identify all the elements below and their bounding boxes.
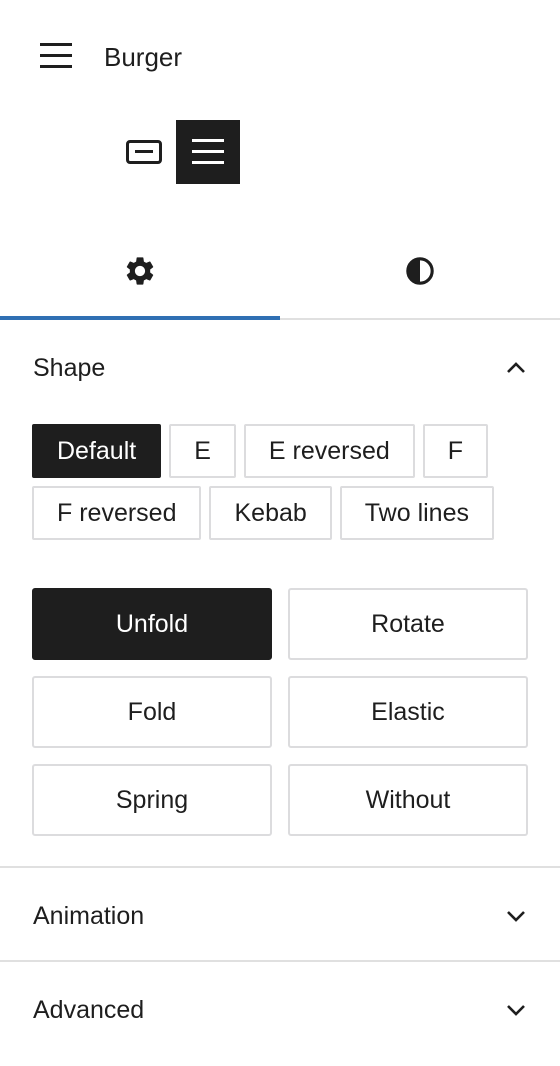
style-option-unfold[interactable]: Unfold	[32, 588, 272, 660]
pill-menu-icon	[126, 140, 162, 164]
shape-panel-title: Shape	[33, 354, 106, 382]
shape-option-e[interactable]: E	[169, 424, 236, 478]
inspector-tabs	[0, 224, 560, 320]
shape-option-default[interactable]: Default	[32, 424, 162, 478]
shape-option-e-reversed[interactable]: E reversed	[243, 424, 415, 478]
block-card: Burger	[0, 0, 560, 114]
tab-settings[interactable]	[0, 224, 280, 320]
variation-switcher	[112, 120, 240, 184]
gear-icon	[126, 257, 154, 285]
shape-options-row-2: F reversed Kebab Two lines	[32, 486, 494, 540]
shape-option-kebab[interactable]: Kebab	[209, 486, 332, 540]
style-option-elastic[interactable]: Elastic	[288, 676, 528, 748]
shape-panel-toggle[interactable]: Shape	[0, 352, 560, 384]
animation-panel-title: Animation	[33, 902, 145, 930]
shape-option-f[interactable]: F	[422, 424, 489, 478]
panel-divider	[0, 866, 560, 868]
variation-pill-menu-button[interactable]	[112, 120, 176, 184]
style-options-grid: Unfold Rotate Fold Elastic Spring Withou…	[32, 588, 528, 836]
advanced-panel-toggle[interactable]: Advanced	[0, 994, 560, 1026]
shape-option-two-lines[interactable]: Two lines	[339, 486, 494, 540]
style-option-spring[interactable]: Spring	[32, 764, 272, 836]
hamburger-icon	[192, 139, 224, 165]
variation-burger-button[interactable]	[176, 120, 240, 184]
shape-options-row-1: Default E E reversed F	[32, 424, 489, 478]
style-option-fold[interactable]: Fold	[32, 676, 272, 748]
style-option-without[interactable]: Without	[288, 764, 528, 836]
style-option-rotate[interactable]: Rotate	[288, 588, 528, 660]
contrast-icon	[406, 257, 434, 285]
block-inspector: Burger Shape Default E E reversed F F re…	[0, 0, 560, 1066]
tab-styles[interactable]	[280, 224, 560, 318]
chevron-down-icon	[507, 1005, 525, 1016]
chevron-down-icon	[507, 911, 525, 922]
advanced-panel-title: Advanced	[33, 996, 145, 1024]
animation-panel-toggle[interactable]: Animation	[0, 900, 560, 932]
hamburger-icon	[40, 43, 72, 69]
panel-divider	[0, 960, 560, 962]
block-title: Burger	[104, 42, 183, 72]
chevron-up-icon	[507, 362, 525, 373]
shape-option-f-reversed[interactable]: F reversed	[32, 486, 202, 540]
